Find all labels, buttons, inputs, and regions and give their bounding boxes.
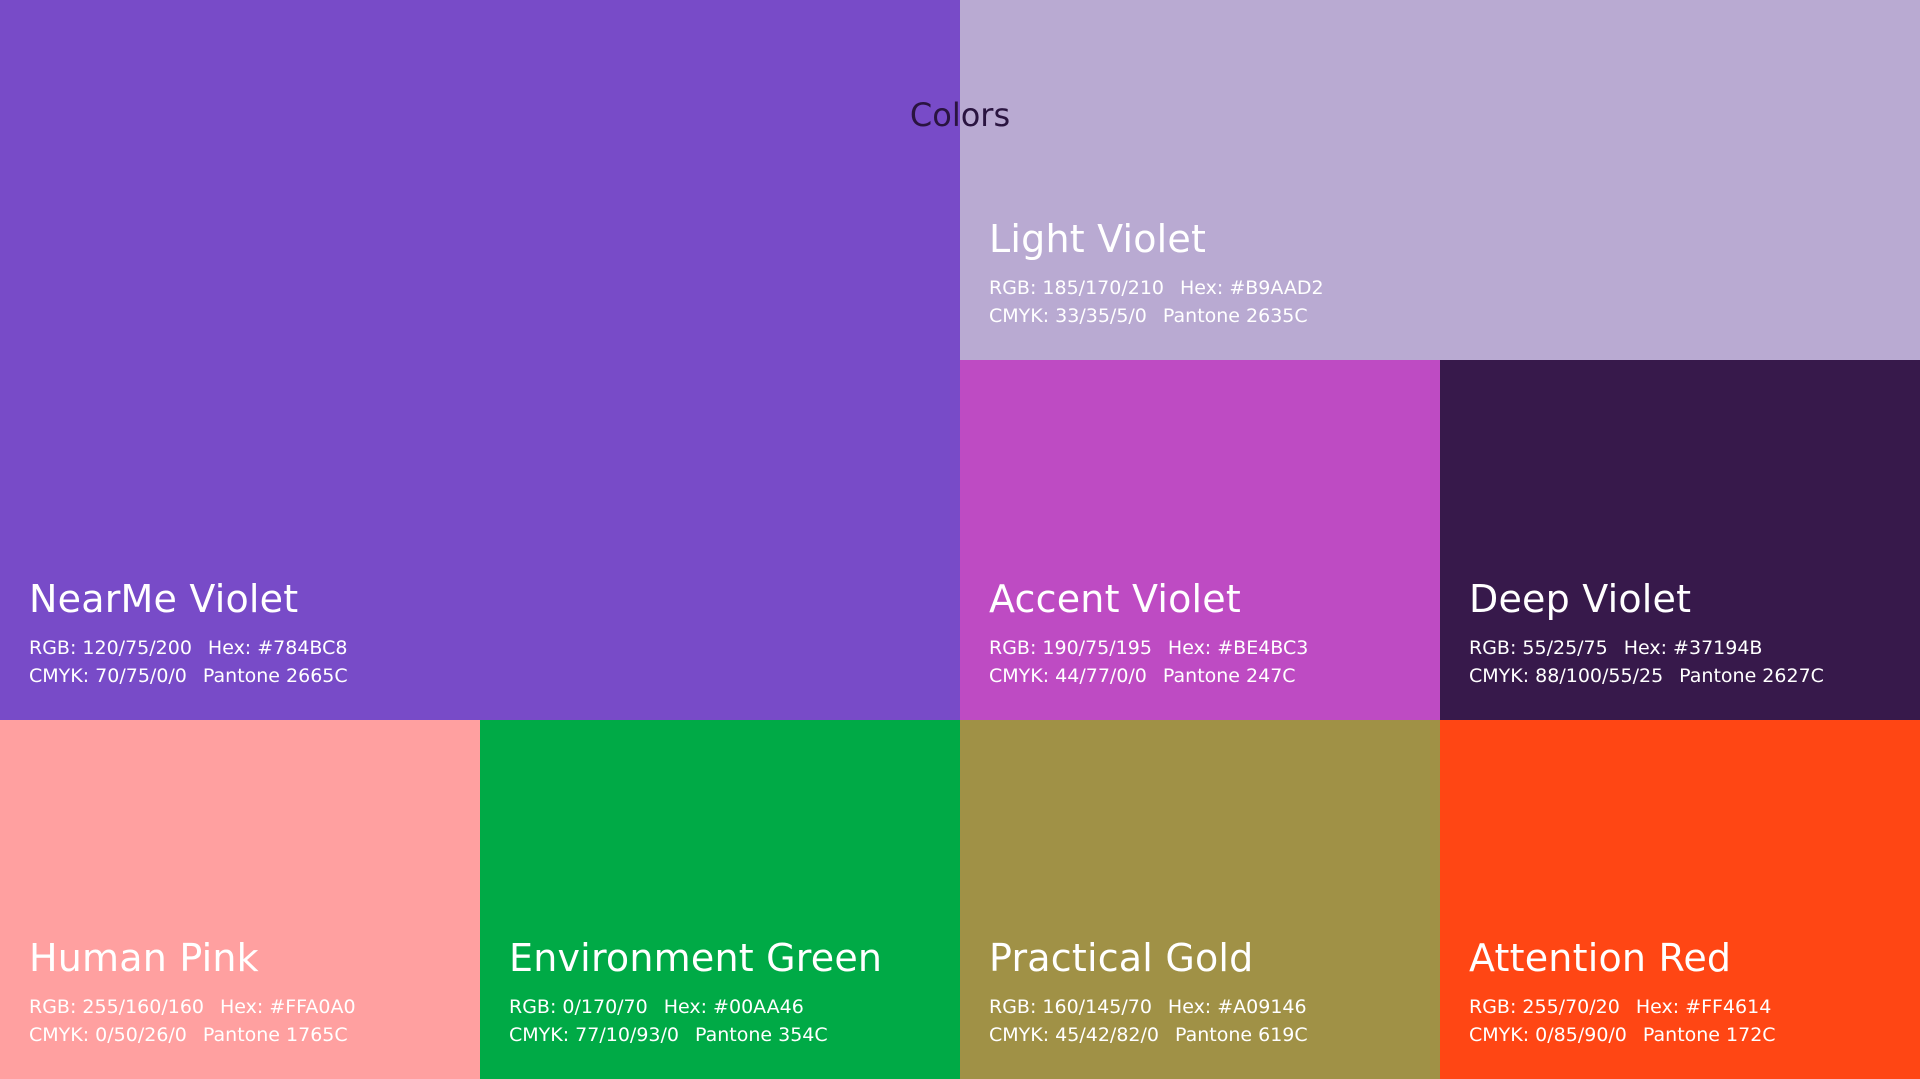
hex-value: Hex: #FF4614 <box>1635 996 1772 1018</box>
cmyk-value: CMYK: 45/42/82/0 <box>989 1024 1159 1046</box>
swatch-name: Deep Violet <box>1469 577 1692 621</box>
hex-value: Hex: #FFA0A0 <box>220 996 356 1018</box>
swatch-accent-violet: Accent Violet RGB: 190/75/195 Hex: #BE4BC… <box>960 360 1440 720</box>
cmyk-value: CMYK: 44/77/0/0 <box>989 665 1147 687</box>
hex-value: Hex: #00AA46 <box>663 996 804 1018</box>
hex-value: Hex: #B9AAD2 <box>1180 277 1324 299</box>
swatch-info: Deep Violet RGB: 55/25/75 Hex: #37194B CM… <box>1469 580 1824 690</box>
rgb-value: RGB: 55/25/75 <box>1469 637 1608 659</box>
cmyk-value: CMYK: 77/10/93/0 <box>509 1024 679 1046</box>
hex-value: Hex: #BE4BC3 <box>1167 637 1309 659</box>
pantone-value: Pantone 2627C <box>1679 665 1824 687</box>
swatch-deep-violet: Deep Violet RGB: 55/25/75 Hex: #37194B CM… <box>1440 360 1920 720</box>
rgb-value: RGB: 190/75/195 <box>989 637 1152 659</box>
pantone-value: Pantone 247C <box>1162 665 1296 687</box>
swatch-environment-green: Environment Green RGB: 0/170/70 Hex: #00A… <box>480 720 960 1079</box>
page-title: Colors <box>909 96 1011 134</box>
cmyk-value: CMYK: 33/35/5/0 <box>989 305 1147 327</box>
cmyk-value: CMYK: 0/85/90/0 <box>1469 1024 1627 1046</box>
hex-value: Hex: #37194B <box>1623 637 1763 659</box>
hex-value: Hex: #784BC8 <box>207 637 348 659</box>
pantone-value: Pantone 172C <box>1642 1024 1776 1046</box>
swatch-info: Human Pink RGB: 255/160/160 Hex: #FFA0A0 … <box>29 939 356 1049</box>
swatch-name: NearMe Violet <box>29 577 299 621</box>
swatch-name: Accent Violet <box>989 577 1241 621</box>
pantone-value: Pantone 354C <box>695 1024 828 1046</box>
swatch-name: Practical Gold <box>989 936 1254 980</box>
rgb-value: RGB: 120/75/200 <box>29 637 192 659</box>
swatch-human-pink: Human Pink RGB: 255/160/160 Hex: #FFA0A0 … <box>0 720 480 1079</box>
swatch-name: Light Violet <box>989 217 1207 261</box>
swatch-info: Accent Violet RGB: 190/75/195 Hex: #BE4BC… <box>989 580 1308 690</box>
swatch-attention-red: Attention Red RGB: 255/70/20 Hex: #FF4614… <box>1440 720 1920 1079</box>
cmyk-value: CMYK: 88/100/55/25 <box>1469 665 1664 687</box>
rgb-value: RGB: 255/160/160 <box>29 996 204 1018</box>
rgb-value: RGB: 185/170/210 <box>989 277 1164 299</box>
swatch-info: Attention Red RGB: 255/70/20 Hex: #FF4614… <box>1469 939 1776 1049</box>
swatch-name: Human Pink <box>29 936 259 980</box>
swatch-name: Attention Red <box>1469 936 1732 980</box>
hex-value: Hex: #A09146 <box>1167 996 1307 1018</box>
swatch-practical-gold: Practical Gold RGB: 160/145/70 Hex: #A091… <box>960 720 1440 1079</box>
pantone-value: Pantone 619C <box>1175 1024 1308 1046</box>
rgb-value: RGB: 255/70/20 <box>1469 996 1620 1018</box>
swatch-info: NearMe Violet RGB: 120/75/200 Hex: #784BC… <box>29 580 348 690</box>
cmyk-value: CMYK: 0/50/26/0 <box>29 1024 187 1046</box>
rgb-value: RGB: 160/145/70 <box>989 996 1152 1018</box>
swatch-info: Light Violet RGB: 185/170/210 Hex: #B9AAD… <box>989 220 1324 330</box>
pantone-value: Pantone 1765C <box>202 1024 348 1046</box>
rgb-value: RGB: 0/170/70 <box>509 996 648 1018</box>
swatch-light-violet: Light Violet RGB: 185/170/210 Hex: #B9AAD… <box>960 0 1920 360</box>
pantone-value: Pantone 2635C <box>1162 305 1308 327</box>
cmyk-value: CMYK: 70/75/0/0 <box>29 665 187 687</box>
pantone-value: Pantone 2665C <box>202 665 348 687</box>
swatch-info: Practical Gold RGB: 160/145/70 Hex: #A091… <box>989 939 1308 1049</box>
swatch-info: Environment Green RGB: 0/170/70 Hex: #00A… <box>509 939 882 1049</box>
swatch-name: Environment Green <box>509 936 883 980</box>
